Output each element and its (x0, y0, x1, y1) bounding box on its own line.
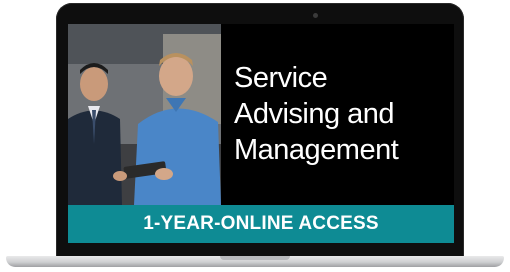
access-banner: 1-YEAR-ONLINE ACCESS (68, 205, 454, 243)
laptop-screen: Service Advising and Management 1-YEAR-O… (68, 24, 454, 243)
mechanics-photo (68, 24, 221, 205)
title-line-3: Management (234, 134, 399, 166)
camera-icon (313, 13, 318, 18)
laptop-notch (220, 256, 290, 260)
title-line-2: Advising and (234, 98, 395, 130)
title-line-1: Service (234, 62, 328, 94)
photo-illustration (68, 24, 221, 205)
promo-graphic: Service Advising and Management 1-YEAR-O… (0, 0, 510, 272)
course-title: Service Advising and Management (234, 60, 449, 168)
